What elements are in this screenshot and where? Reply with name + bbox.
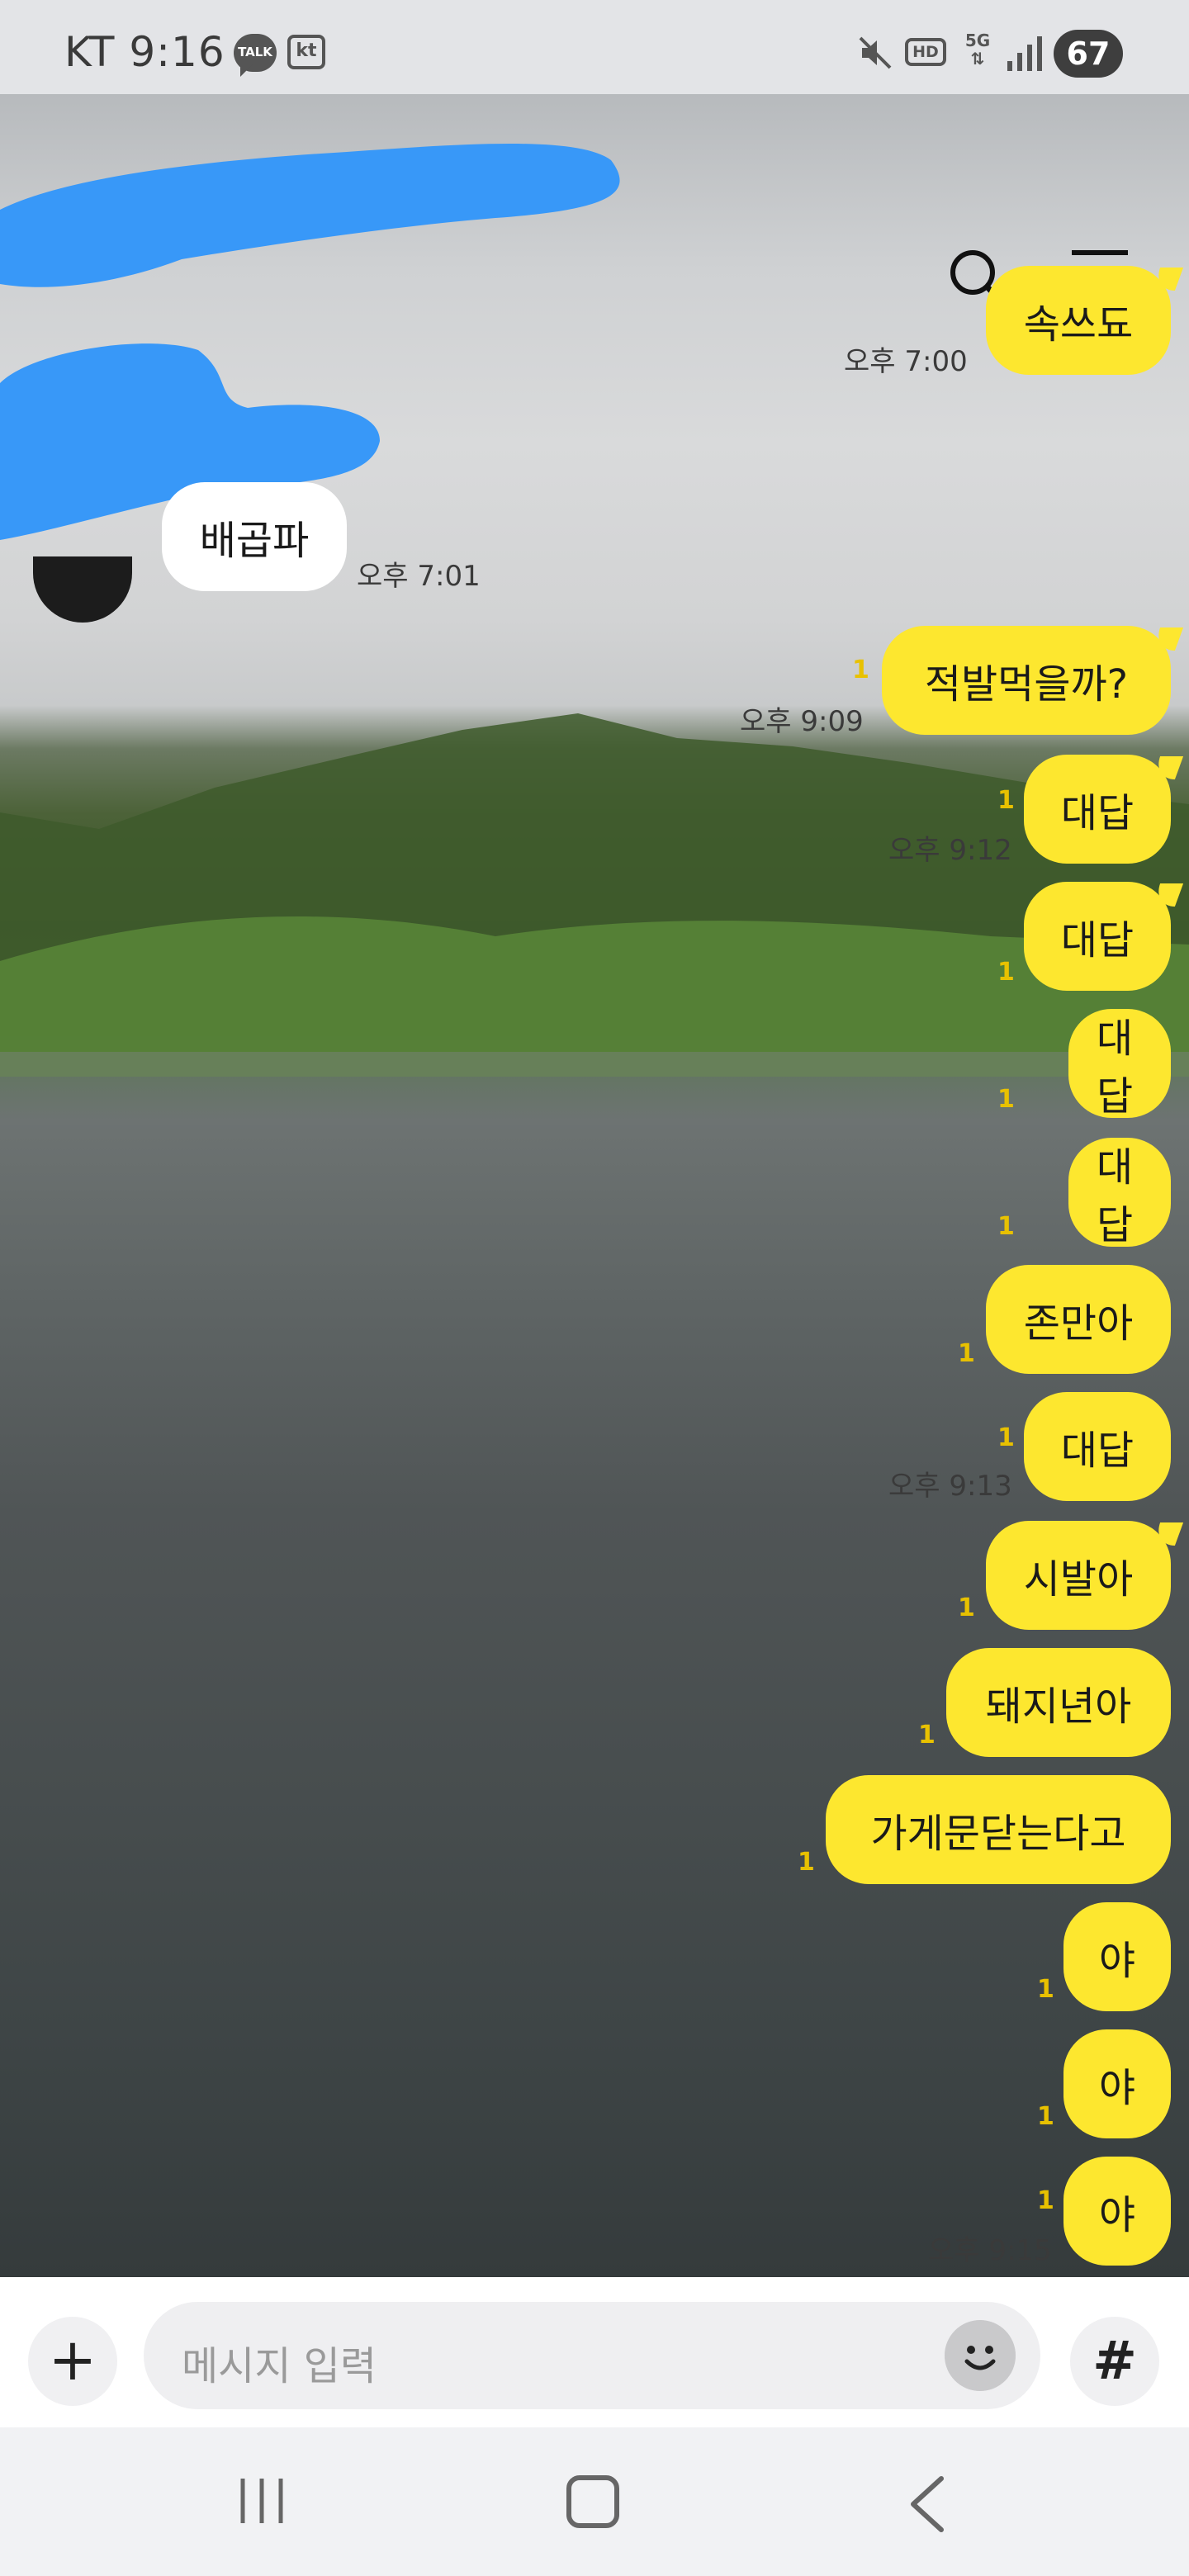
unread-count: 1	[1037, 2186, 1054, 2215]
mute-icon	[859, 36, 892, 69]
kakaotalk-notification-icon: TALK	[234, 34, 277, 77]
message-bubble[interactable]: 대답	[1068, 1009, 1171, 1120]
status-carrier-time: KT 9:16	[64, 28, 225, 76]
message-input-placeholder: 메시지 입력	[182, 2343, 377, 2389]
unread-count: 1	[852, 656, 869, 684]
message-bubble[interactable]: 야	[1063, 2029, 1171, 2138]
message-bubble[interactable]: 적발먹을까?	[882, 626, 1171, 735]
clock: 9:16	[129, 28, 225, 76]
message-bubble[interactable]: 야	[1063, 2157, 1171, 2266]
message-bubble[interactable]: 대답	[1024, 1392, 1171, 1501]
plus-icon[interactable]: +	[28, 2317, 117, 2406]
message-bubble[interactable]: 시발아	[986, 1521, 1171, 1630]
signal-icon	[1007, 36, 1042, 71]
message-bubble[interactable]: 돼지년아	[946, 1648, 1171, 1757]
hashtag-icon[interactable]: #	[1070, 2317, 1159, 2406]
message-time: 오후 7:00	[844, 345, 968, 378]
status-bar: KT 9:16 TALK kt HD 5G ⇅ 67	[0, 0, 1189, 94]
message-time: 오후 9:09	[740, 705, 864, 738]
unread-count: 1	[997, 1085, 1015, 1114]
unread-count: 1	[1037, 2102, 1054, 2131]
kt-app-icon: kt	[287, 35, 325, 69]
message-bubble[interactable]: 배곱파	[162, 482, 347, 591]
message-bubble[interactable]: 대답	[1024, 755, 1171, 864]
wallpaper-landscape	[0, 713, 1189, 1077]
message-bubble[interactable]: 야	[1063, 1902, 1171, 2011]
message-bubble[interactable]: 속쓰됴	[986, 266, 1171, 375]
message-time: 오후 7:01	[357, 560, 481, 593]
back-icon[interactable]	[907, 2475, 948, 2533]
carrier-label: KT	[64, 28, 116, 76]
unread-count: 1	[918, 1721, 936, 1750]
5g-icon: 5G ⇅	[964, 31, 991, 69]
message-bubble[interactable]: 존만아	[986, 1265, 1171, 1374]
message-time: 오후 9:12	[888, 834, 1012, 867]
message-input[interactable]: 메시지 입력	[144, 2302, 1040, 2409]
emoji-icon[interactable]	[945, 2320, 1016, 2391]
message-bubble[interactable]: 대답	[1024, 882, 1171, 991]
message-bubble[interactable]: 가게문닫는다고	[826, 1775, 1171, 1884]
unread-count: 1	[997, 786, 1015, 815]
recent-apps-icon[interactable]	[236, 2475, 287, 2526]
message-input-bar: + 메시지 입력 #	[0, 2277, 1189, 2427]
system-nav-bar	[0, 2427, 1189, 2576]
message-bubble[interactable]: 대답	[1068, 1138, 1171, 1248]
unread-count: 1	[958, 1339, 975, 1368]
chat-area[interactable]: 속쓰됴 오후 7:00 배곱파 오후 7:01 적발먹을까? 1 오후 9:09…	[0, 94, 1189, 2277]
unread-count: 1	[958, 1593, 975, 1622]
hd-voice-icon: HD	[905, 38, 946, 66]
battery-icon: 67	[1054, 30, 1123, 78]
home-icon[interactable]	[566, 2475, 619, 2528]
unread-count: 1	[997, 958, 1015, 987]
unread-count: 1	[1037, 1975, 1054, 2004]
unread-count: 1	[798, 1848, 815, 1877]
message-time: 오후 9:15	[928, 2234, 1052, 2267]
unread-count: 1	[997, 1423, 1015, 1452]
message-time: 오후 9:13	[888, 1470, 1012, 1503]
unread-count: 1	[997, 1212, 1015, 1241]
